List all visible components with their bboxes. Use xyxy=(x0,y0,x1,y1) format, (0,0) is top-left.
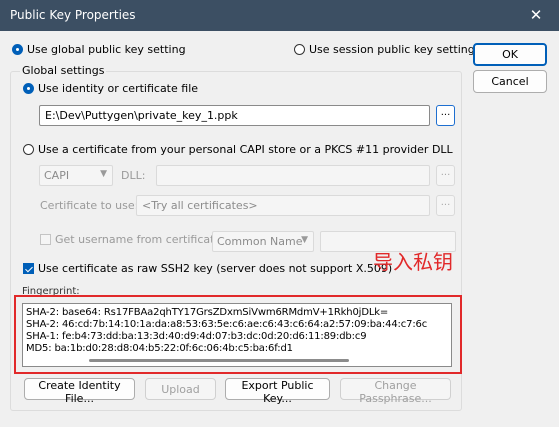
cancel-button[interactable]: Cancel xyxy=(473,70,547,93)
highlight-frame xyxy=(14,295,462,374)
get-username-label: Get username from certificate: xyxy=(55,233,225,246)
upload-button[interactable]: Upload xyxy=(145,378,216,400)
certificate-to-use-label: Certificate to use: xyxy=(40,199,139,212)
window-title: Public Key Properties xyxy=(10,8,136,22)
dll-label: DLL: xyxy=(121,169,146,182)
radio-global-label: Use global public key setting xyxy=(27,43,186,56)
create-identity-file-button[interactable]: Create Identity File... xyxy=(24,378,135,405)
use-identity-file-label: Use identity or certificate file xyxy=(38,82,199,95)
certificate-to-use-input[interactable]: <Try all certificates> xyxy=(136,195,430,216)
browse-dll-button[interactable]: ... xyxy=(436,165,455,186)
checkbox-checked-icon xyxy=(23,263,34,274)
radio-global-key-setting[interactable]: Use global public key setting xyxy=(12,43,186,56)
export-public-key-button[interactable]: Export Public Key... xyxy=(225,378,330,405)
username-source-select[interactable]: Common Name ▼ xyxy=(212,231,314,252)
radio-unselected-icon xyxy=(294,44,305,55)
dialog-body: Use global public key setting Use sessio… xyxy=(0,31,559,427)
raw-ssh2-key-label: Use certificate as raw SSH2 key (server … xyxy=(38,262,393,275)
close-icon[interactable]: ✕ xyxy=(513,0,559,31)
annotation-import-private-key: 导入私钥 xyxy=(373,250,453,274)
radio-use-certificate-store[interactable]: Use a certificate from your personal CAP… xyxy=(23,143,453,156)
dll-path-input[interactable] xyxy=(156,165,430,186)
get-username-checkbox[interactable]: Get username from certificate: xyxy=(40,233,225,246)
username-source-value: Common Name xyxy=(217,235,303,248)
radio-session-key-setting[interactable]: Use session public key setting xyxy=(294,43,475,56)
identity-file-path-input[interactable]: E:\Dev\Puttygen\private_key_1.ppk xyxy=(39,105,430,126)
raw-ssh2-key-checkbox[interactable]: Use certificate as raw SSH2 key (server … xyxy=(23,262,392,275)
radio-selected-icon xyxy=(23,83,34,94)
chevron-down-icon: ▼ xyxy=(301,235,308,245)
chevron-down-icon: ▼ xyxy=(100,169,107,179)
use-certificate-store-label: Use a certificate from your personal CAP… xyxy=(38,143,453,156)
radio-session-label: Use session public key setting xyxy=(309,43,475,56)
provider-select[interactable]: CAPI ▼ xyxy=(39,165,113,186)
radio-unselected-icon xyxy=(23,144,34,155)
provider-value: CAPI xyxy=(44,169,70,182)
browse-identity-file-button[interactable]: ... xyxy=(436,105,455,126)
ok-button[interactable]: OK xyxy=(473,43,547,66)
radio-selected-icon xyxy=(12,44,23,55)
checkbox-unchecked-icon xyxy=(40,234,51,245)
browse-certificate-button[interactable]: ... xyxy=(436,195,455,216)
radio-use-identity-file[interactable]: Use identity or certificate file xyxy=(23,82,198,95)
change-passphrase-button[interactable]: Change Passphrase... xyxy=(340,378,451,405)
global-settings-label: Global settings xyxy=(20,64,107,77)
title-bar: Public Key Properties ✕ xyxy=(0,0,559,31)
